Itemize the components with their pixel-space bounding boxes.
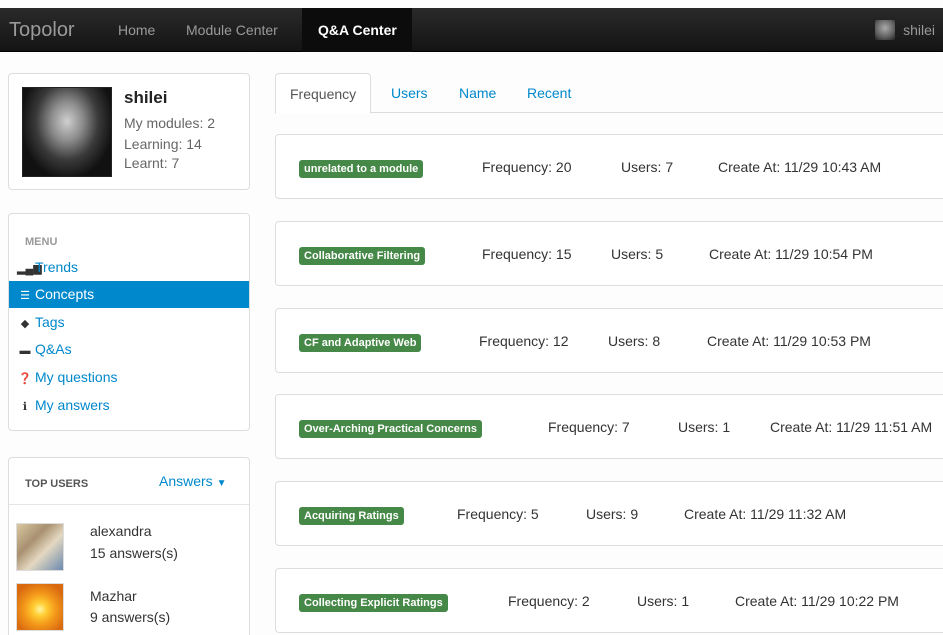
concept-users: Users: 9 [586,506,639,522]
concept-created: Create At: 11/29 10:43 AM [718,159,882,175]
sort-tabs: Frequency Users Name Recent [275,73,943,114]
concept-tag[interactable]: Acquiring Ratings [299,507,404,525]
profile-avatar[interactable] [22,87,112,177]
top-users-dropdown[interactable]: Answers ▼ [159,473,226,489]
tab-name[interactable]: Name [445,73,510,113]
sidebar-item-tags[interactable]: ◆ Tags [9,309,165,336]
concept-row: Collaborative Filtering Frequency: 15 Us… [275,221,943,286]
concept-created: Create At: 11/29 11:32 AM [684,506,847,522]
concept-created: Create At: 11/29 11:51 AM [770,419,933,435]
profile-learnt: Learnt: 7 [124,155,180,171]
concept-users: Users: 8 [608,333,661,349]
profile-modules: My modules: 2 [124,115,216,131]
signal-icon: ▂▄▆ [17,263,42,275]
sidebar-item-label: Tags [35,314,65,330]
concept-tag[interactable]: Over-Arching Practical Concerns [299,420,483,438]
concept-tag[interactable]: CF and Adaptive Web [299,334,422,352]
nav-user-name[interactable]: shilei [903,8,935,52]
concept-created: Create At: 11/29 10:54 PM [709,246,873,262]
top-users-header: TOP USERS [25,478,89,490]
concept-row: unrelated to a module Frequency: 20 User… [275,134,943,199]
sidebar-item-label: Q&As [35,341,72,357]
concept-row: Collecting Explicit Ratings Frequency: 2… [275,568,943,633]
user-avatar-mazhar[interactable] [16,583,64,631]
concept-frequency: Frequency: 5 [457,506,539,522]
concept-row: Acquiring Ratings Frequency: 5 Users: 9 … [275,481,943,546]
concept-frequency: Frequency: 15 [482,246,572,262]
top-user-name[interactable]: Mazhar [90,588,137,604]
sidebar-menu: MENU ▂▄▆Trends ☰ Concepts ◆ Tags ▬ Q&As ❓ My… [8,213,250,431]
divider [9,504,249,505]
concept-frequency: Frequency: 12 [479,333,569,349]
tab-users[interactable]: Users [377,73,442,113]
user-avatar-alexandra[interactable] [16,523,64,571]
concept-users: Users: 5 [611,246,664,262]
concept-tag[interactable]: Collecting Explicit Ratings [299,594,448,612]
profile-name[interactable]: shilei [124,88,167,108]
sidebar-item-my-answers[interactable]: ℹ My answers [9,392,165,419]
top-user-count: 15 answers(s) [90,545,178,561]
tag-icon: ◆ [20,318,30,330]
concept-created: Create At: 11/29 10:22 PM [735,593,899,609]
sidebar-item-label: My questions [35,369,118,385]
brand-logo[interactable]: Topolor [9,19,75,42]
comment-icon: ▬ [19,345,31,357]
question-icon: ❓ [18,373,32,385]
sidebar-item-qas[interactable]: ▬ Q&As [9,336,165,363]
sidebar-item-concepts[interactable]: ☰ Concepts [9,281,249,308]
list-icon: ☰ [20,290,30,302]
concept-tag[interactable]: Collaborative Filtering [299,247,426,265]
concept-frequency: Frequency: 20 [482,159,572,175]
nav-module-center[interactable]: Module Center [178,8,286,52]
concept-row: Over-Arching Practical Concerns Frequenc… [275,394,943,459]
concept-created: Create At: 11/29 10:53 PM [707,333,871,349]
concept-frequency: Frequency: 2 [508,593,590,609]
user-avatar-small[interactable] [875,20,895,40]
concept-users: Users: 1 [678,419,731,435]
tab-frequency[interactable]: Frequency [275,73,372,114]
top-navbar: Topolor Home Module Center Q&A Center sh… [0,8,943,52]
nav-home[interactable]: Home [110,8,163,52]
sidebar-item-my-questions[interactable]: ❓ My questions [9,364,165,391]
concept-row: CF and Adaptive Web Frequency: 12 Users:… [275,308,943,373]
top-user-name[interactable]: alexandra [90,523,152,539]
concept-tag[interactable]: unrelated to a module [299,160,424,178]
nav-qa-center[interactable]: Q&A Center [302,8,412,52]
top-user-count: 9 answers(s) [90,609,171,625]
concept-frequency: Frequency: 7 [548,419,630,435]
menu-header: MENU [25,236,58,248]
profile-card: shilei My modules: 2 Learning: 14 Learnt… [8,73,250,190]
concept-users: Users: 1 [637,593,690,609]
dropdown-label: Answers [159,473,213,489]
sidebar-item-trends[interactable]: ▂▄▆Trends [9,254,165,281]
sidebar-item-label: Trends [35,259,79,275]
sidebar-item-label: My answers [35,397,110,413]
tab-recent[interactable]: Recent [513,73,585,113]
concept-users: Users: 7 [621,159,674,175]
profile-learning: Learning: 14 [124,136,202,152]
sidebar-item-label: Concepts [35,286,95,302]
info-icon: ℹ [22,401,28,413]
caret-down-icon: ▼ [216,478,227,489]
